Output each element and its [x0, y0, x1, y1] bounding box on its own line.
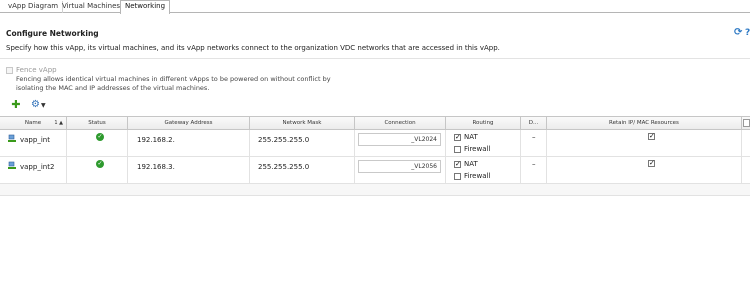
page-description: Specify how this vApp, its virtual machi…	[6, 44, 500, 52]
tab-bar: vApp Diagram Virtual Machines Networking	[0, 0, 750, 14]
dhcp-value: –	[532, 160, 536, 168]
gear-icon[interactable]: ⚙▼	[31, 99, 46, 110]
tab-virtual-machines[interactable]: Virtual Machines	[58, 1, 126, 13]
status-ok-icon: ✓	[96, 133, 104, 141]
connection-select[interactable]: _VL2056	[358, 160, 441, 173]
divider	[0, 58, 750, 59]
status-ok-icon: ✓	[96, 160, 104, 168]
fence-help-text: Fencing allows identical virtual machine…	[16, 75, 331, 92]
refresh-icon[interactable]: ⟳	[734, 28, 744, 38]
network-mask: 255.255.255.0	[258, 163, 310, 171]
chevron-down-icon: ▼	[40, 102, 46, 109]
retain-checkbox[interactable]: ✓	[648, 133, 655, 140]
grid-header: Name 1 ▲ Status Gateway Address Network …	[0, 117, 750, 130]
network-name[interactable]: vapp_int2	[20, 163, 54, 171]
networks-grid: Name 1 ▲ Status Gateway Address Network …	[0, 116, 750, 196]
network-icon	[8, 134, 16, 142]
retain-checkbox[interactable]: ✓	[648, 160, 655, 167]
column-header-mask[interactable]: Network Mask	[250, 117, 355, 129]
connection-select[interactable]: _VL2024	[358, 133, 441, 146]
network-mask: 255.255.255.0	[258, 136, 310, 144]
nat-label: NAT	[464, 133, 478, 141]
table-row-empty	[0, 184, 750, 196]
column-header-routing[interactable]: Routing	[446, 117, 521, 129]
tab-networking[interactable]: Networking	[120, 0, 171, 14]
fence-vapp-label: Fence vApp	[16, 66, 57, 74]
column-header-retain[interactable]: Retain IP/ MAC Resources	[547, 117, 742, 129]
table-row[interactable]: vapp_int ✓ 192.168.2. 255.255.255.0 _VL2…	[0, 130, 750, 157]
firewall-checkbox[interactable]	[454, 173, 461, 180]
page-title: Configure Networking	[6, 29, 99, 38]
column-header-dhcp[interactable]: D...	[521, 117, 547, 129]
column-header-gateway[interactable]: Gateway Address	[128, 117, 250, 129]
fence-vapp-checkbox[interactable]	[6, 67, 13, 74]
network-name[interactable]: vapp_int	[20, 136, 50, 144]
nat-checkbox[interactable]: ✓	[454, 161, 461, 168]
column-header-connection[interactable]: Connection	[355, 117, 446, 129]
firewall-checkbox[interactable]	[454, 146, 461, 153]
nat-checkbox[interactable]: ✓	[454, 134, 461, 141]
column-chooser-icon	[743, 119, 750, 127]
tab-vapp-diagram[interactable]: vApp Diagram	[4, 1, 64, 13]
network-icon	[8, 161, 16, 169]
column-chooser[interactable]	[742, 117, 750, 129]
gateway-address: 192.168.3.	[137, 163, 175, 171]
column-header-status[interactable]: Status	[67, 117, 128, 129]
add-icon[interactable]: ✚	[11, 99, 21, 110]
firewall-label: Firewall	[464, 172, 491, 180]
nat-label: NAT	[464, 160, 478, 168]
sort-icon[interactable]: 1 ▲	[54, 117, 63, 129]
table-row[interactable]: vapp_int2 ✓ 192.168.3. 255.255.255.0 _VL…	[0, 157, 750, 184]
column-header-name[interactable]: Name 1 ▲	[0, 117, 67, 129]
firewall-label: Firewall	[464, 145, 491, 153]
dhcp-value: –	[532, 133, 536, 141]
help-icon[interactable]: ?	[745, 28, 750, 38]
gateway-address: 192.168.2.	[137, 136, 175, 144]
